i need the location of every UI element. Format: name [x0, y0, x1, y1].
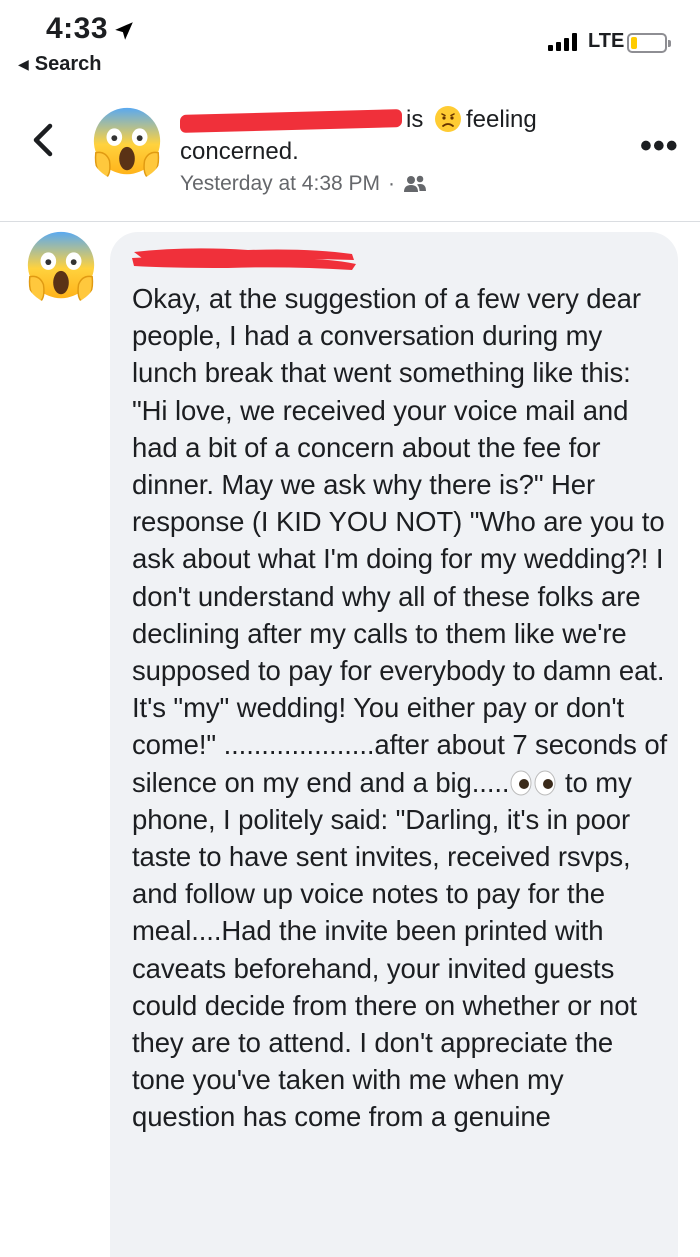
meta-separator: ·: [388, 172, 396, 195]
commenter-avatar-screaming-face-icon[interactable]: [22, 228, 100, 306]
feeling-label: feeling: [466, 106, 537, 133]
author-avatar-screaming-face-icon[interactable]: [88, 104, 166, 182]
status-bar: 4:33 ◀ Search LTE: [0, 0, 700, 80]
battery-icon: [627, 33, 671, 53]
post-verb: is: [406, 106, 424, 133]
status-time: 4:33: [46, 12, 109, 45]
battery-level-fill: [631, 37, 637, 49]
post-header: is feeling concerned. Yesterday at 4:38 …: [0, 90, 700, 222]
back-chevron-icon[interactable]: [28, 120, 58, 160]
location-arrow-icon: [115, 22, 133, 40]
back-to-search-button[interactable]: ◀ Search: [18, 53, 102, 76]
signal-strength-icon: [548, 33, 577, 51]
friends-audience-icon[interactable]: [403, 174, 427, 194]
worried-face-emoji-icon: [435, 106, 462, 132]
eyes-emoji-icon: [510, 770, 556, 796]
redacted-commenter-name: [132, 248, 356, 270]
back-app-label: Search: [34, 53, 102, 75]
post-meta: Yesterday at 4:38 PM ·: [180, 172, 427, 196]
post-timestamp[interactable]: Yesterday at 4:38 PM: [180, 172, 380, 196]
comment-text-part2: to my phone, I politely said: "Darling, …: [132, 766, 637, 1133]
network-type: LTE: [588, 30, 625, 52]
comment-text: Okay, at the suggestion of a few very de…: [132, 280, 672, 1136]
post-status-text: is feeling concerned.: [180, 104, 600, 168]
more-options-button[interactable]: •••: [640, 129, 679, 163]
redacted-author-name: [180, 108, 402, 133]
comment-bubble[interactable]: Okay, at the suggestion of a few very de…: [110, 232, 678, 1257]
feeling-word: concerned.: [180, 138, 299, 165]
comment-text-part1: Okay, at the suggestion of a few very de…: [132, 283, 668, 798]
back-triangle-icon: ◀: [18, 56, 29, 72]
